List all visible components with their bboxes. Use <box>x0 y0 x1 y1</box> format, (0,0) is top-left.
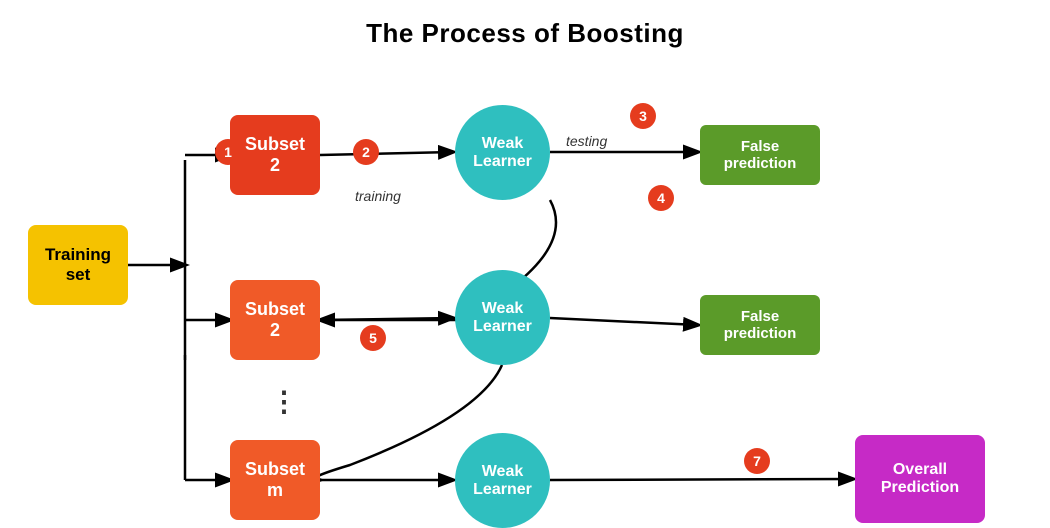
badge-4: 4 <box>648 185 674 211</box>
weak-learner-3: WeakLearner <box>455 433 550 528</box>
badge-3: 3 <box>630 103 656 129</box>
false-prediction-2: Falseprediction <box>700 295 820 355</box>
ellipsis: ⋮ <box>270 385 298 418</box>
overall-prediction-box: OverallPrediction <box>855 435 985 523</box>
badge-7: 7 <box>744 448 770 474</box>
subset-box-1: Subset2 <box>230 115 320 195</box>
training-label: training <box>355 188 401 204</box>
badge-1: 1 <box>215 139 241 165</box>
testing-label: testing <box>566 133 607 149</box>
weak-learner-1: WeakLearner <box>455 105 550 200</box>
training-set-box: Trainingset <box>28 225 128 305</box>
subset-box-2: Subset2 <box>230 280 320 360</box>
weak-learner-2: WeakLearner <box>455 270 550 365</box>
page-title: The Process of Boosting <box>0 0 1050 49</box>
subset-box-3: Subsetm <box>230 440 320 520</box>
badge-2: 2 <box>353 139 379 165</box>
diagram: Trainingset Subset2 Subset2 Subsetm Weak… <box>0 55 1050 520</box>
badge-5: 5 <box>360 325 386 351</box>
false-prediction-1: Falseprediction <box>700 125 820 185</box>
